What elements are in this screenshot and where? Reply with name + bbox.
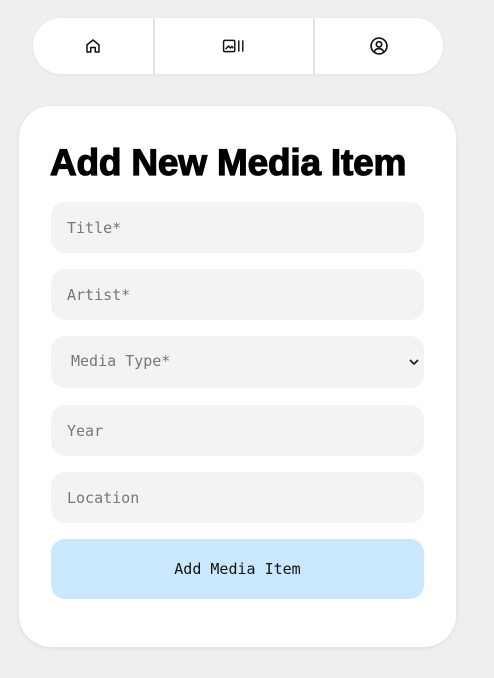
- nav-media-library-button[interactable]: [153, 18, 315, 74]
- media-type-select[interactable]: Media Type*: [51, 336, 424, 388]
- chevron-down-icon: [409, 359, 419, 365]
- add-media-item-button[interactable]: Add Media Item: [51, 539, 424, 599]
- year-input[interactable]: [51, 405, 424, 456]
- nav-profile-button[interactable]: [315, 18, 443, 74]
- nav-home-button[interactable]: [33, 18, 153, 74]
- home-icon: [86, 39, 100, 53]
- top-nav-bar: [33, 18, 443, 74]
- location-input[interactable]: [51, 472, 424, 523]
- add-media-form-card: Add New Media Item Media Type* Add Media…: [19, 106, 456, 647]
- form-title: Add New Media Item: [49, 141, 407, 183]
- artist-input[interactable]: [51, 269, 424, 320]
- media-library-icon: [222, 39, 244, 53]
- title-input[interactable]: [51, 202, 424, 253]
- media-type-selected-value: Media Type*: [71, 352, 171, 370]
- user-profile-icon: [370, 37, 388, 55]
